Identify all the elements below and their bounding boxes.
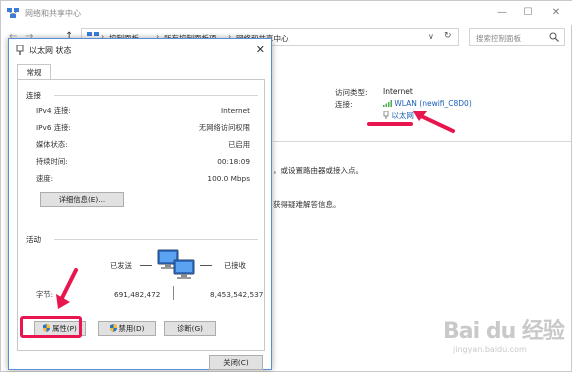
uac-shield-icon [109,324,117,332]
bytes-divider [173,286,174,300]
dialog-title: 以太网 状态 [29,46,72,55]
dropdown-chevron-icon[interactable]: ∨ [428,32,434,41]
highlight-underline [367,122,413,126]
arrow-annotation-icon [56,268,78,309]
section-divider [273,141,571,142]
highlight-box [20,316,82,338]
media-state-label: 媒体状态: [36,140,68,149]
connection-section-label: 连接 [26,91,41,100]
bytes-sent-value: 691,482,472 [114,290,161,299]
received-dash [200,265,212,266]
bytes-received-value: 8,453,542,537 [210,290,264,299]
wifi-signal-icon [383,100,392,107]
troubleshoot-text: 获得疑难解答信息。 [273,200,341,209]
sent-dash [140,265,152,266]
section-rule [54,239,258,240]
maximize-button[interactable]: ☐ [521,7,535,19]
received-label: 已接收 [224,261,246,270]
ipv6-label: IPv6 连接: [36,123,71,132]
activity-section-label: 活动 [26,235,41,244]
ethernet-icon [383,110,389,119]
close-dialog-button[interactable]: 关闭(C) [209,355,263,370]
dialog-close-icon[interactable]: ✕ [256,43,265,56]
access-type-value: Internet [383,87,413,96]
access-type-label: 访问类型: [335,88,368,97]
ipv4-value: Internet [221,106,250,115]
dialog-title-bar: 以太网 状态 ✕ [9,39,271,61]
ipv4-label: IPv4 连接: [36,106,71,115]
baidu-watermark: Bai du 经验 jingyan.baidu.com [431,307,571,369]
disable-button[interactable]: 禁用(D) [98,321,156,336]
watermark-url: jingyan.baidu.com [453,345,527,354]
speed-value: 100.0 Mbps [207,174,250,183]
duration-label: 持续时间: [36,157,68,166]
ethernet-icon [16,45,24,55]
diagnose-button[interactable]: 诊断(G) [164,321,216,336]
title-bar: 网络和共享中心 — ☐ ✕ [1,1,572,25]
watermark-logo: Bai du 经验 [443,319,565,344]
ipv6-value: 无网络访问权限 [198,123,250,132]
general-panel: 连接 IPv4 连接: Internet IPv6 连接: 无网络访问权限 媒体… [17,79,265,351]
connections-label: 连接: [335,100,353,109]
window-title: 网络和共享中心 [25,9,81,18]
network-icon [7,8,19,18]
search-input[interactable]: 搜索控制面板 [469,28,565,46]
network-computers-icon [157,249,195,279]
bytes-label: 字节: [36,290,54,299]
minimize-button[interactable]: — [495,7,509,19]
tab-general[interactable]: 常规 [17,64,51,80]
wlan-connection[interactable]: WLAN (newifi_C8D0) [383,99,472,108]
sent-label: 已发送 [110,261,132,270]
ethernet-connection[interactable]: 以太网 [383,110,414,121]
speed-label: 速度: [36,174,54,183]
search-icon [549,32,559,42]
wlan-link[interactable]: WLAN (newifi_C8D0) [394,99,471,108]
media-state-value: 已启用 [228,140,250,149]
search-placeholder: 搜索控制面板 [476,34,521,43]
arrow-annotation-icon [413,111,455,133]
setup-connection-text: ，或设置路由器或接入点。 [273,166,363,175]
section-rule [54,95,258,96]
refresh-icon[interactable]: ↻ [444,31,452,41]
duration-value: 00:18:09 [217,157,250,166]
close-button[interactable]: ✕ [549,7,563,19]
details-button[interactable]: 详细信息(E)... [40,192,124,207]
disable-button-label: 禁用(D) [118,324,145,333]
